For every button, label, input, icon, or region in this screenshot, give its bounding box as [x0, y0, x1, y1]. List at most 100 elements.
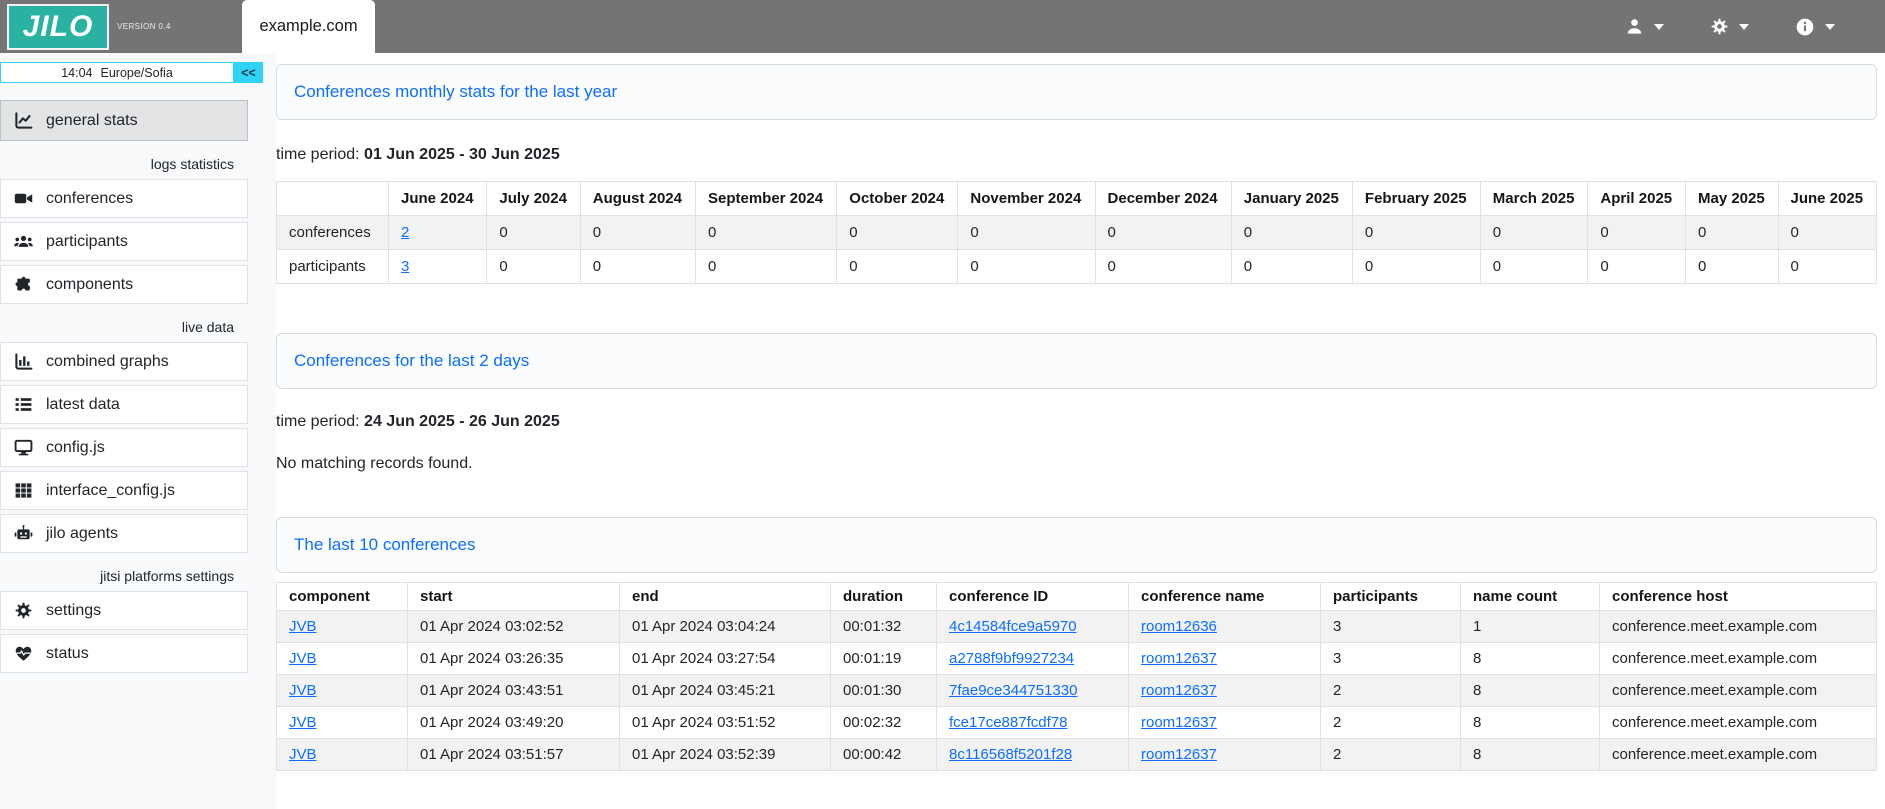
card-header-last-2-days[interactable]: Conferences for the last 2 days: [276, 333, 1877, 389]
list-icon: [14, 395, 33, 414]
puzzle-piece-icon: [14, 275, 33, 294]
topbar-actions: [1625, 17, 1885, 37]
sidebar-item-label: config.js: [46, 439, 105, 457]
cell-start: 01 Apr 2024 03:51:57: [408, 739, 620, 771]
column-header: end: [620, 583, 831, 611]
sidebar-item-interface-config-js[interactable]: interface_config.js: [0, 471, 248, 510]
conference-name-link[interactable]: room12637: [1141, 714, 1217, 731]
cell-start: 01 Apr 2024 03:43:51: [408, 675, 620, 707]
table-header-row: June 2024 July 2024 August 2024 Septembe…: [277, 182, 1877, 216]
card-title: Conferences monthly stats for the last y…: [294, 82, 617, 102]
participants-count-link[interactable]: 3: [401, 258, 409, 275]
chevron-down-icon: [1739, 24, 1749, 30]
cell-start: 01 Apr 2024 03:26:35: [408, 643, 620, 675]
sidebar-item-status[interactable]: status: [0, 634, 248, 673]
component-link[interactable]: JVB: [289, 682, 317, 699]
sidebar-collapse-button[interactable]: <<: [234, 62, 263, 83]
settings-menu-button[interactable]: [1710, 17, 1749, 36]
sidebar-item-conferences[interactable]: conferences: [0, 179, 248, 218]
time-period-monthly: time period: 01 Jun 2025 - 30 Jun 2025: [276, 146, 1877, 164]
info-icon: [1795, 17, 1815, 37]
corner-cell: [277, 182, 389, 216]
column-header: conference name: [1129, 583, 1321, 611]
table-row: JVB 01 Apr 2024 03:26:35 01 Apr 2024 03:…: [277, 643, 1877, 675]
bar-chart-icon: [14, 352, 33, 371]
sidebar-item-label: status: [46, 645, 89, 663]
tab-example-com[interactable]: example.com: [242, 0, 375, 53]
sidebar-item-settings[interactable]: settings: [0, 591, 248, 630]
time-period-value: 24 Jun 2025 - 26 Jun 2025: [364, 413, 560, 430]
column-header: name count: [1461, 583, 1600, 611]
cell: 0: [958, 216, 1095, 250]
column-header: November 2024: [958, 182, 1095, 216]
column-header: participants: [1321, 583, 1461, 611]
sidebar-item-label: latest data: [46, 396, 120, 414]
cell-name-count: 1: [1461, 611, 1600, 643]
cell: 0: [1588, 216, 1686, 250]
conference-name-link[interactable]: room12637: [1141, 682, 1217, 699]
sidebar-item-general-stats[interactable]: general stats: [0, 100, 248, 141]
sidebar-item-label: components: [46, 276, 133, 294]
video-camera-icon: [14, 189, 33, 208]
grid-cells-icon: [14, 481, 33, 500]
section-label-logs-statistics: logs statistics: [0, 153, 248, 175]
conference-id-link[interactable]: 7fae9ce344751330: [949, 682, 1077, 699]
conference-name-link[interactable]: room12637: [1141, 746, 1217, 763]
gear-icon: [1710, 17, 1729, 36]
cell: 0: [1588, 250, 1686, 284]
conference-id-link[interactable]: a2788f9bf9927234: [949, 650, 1074, 667]
main-content: Conferences monthly stats for the last y…: [276, 53, 1885, 809]
component-link[interactable]: JVB: [289, 714, 317, 731]
column-header: April 2025: [1588, 182, 1686, 216]
card-title: The last 10 conferences: [294, 535, 475, 555]
sidebar-item-config-js[interactable]: config.js: [0, 428, 248, 467]
cell: 0: [958, 250, 1095, 284]
sidebar-item-label: participants: [46, 233, 128, 251]
user-menu-button[interactable]: [1625, 17, 1664, 36]
conference-id-link[interactable]: 4c14584fce9a5970: [949, 618, 1077, 635]
column-header: December 2024: [1095, 182, 1231, 216]
cell-duration: 00:02:32: [831, 707, 937, 739]
monitor-icon: [14, 438, 33, 457]
cell-start: 01 Apr 2024 03:49:20: [408, 707, 620, 739]
sidebar-item-participants[interactable]: participants: [0, 222, 248, 261]
conferences-count-link[interactable]: 2: [401, 224, 409, 241]
row-label: conferences: [277, 216, 389, 250]
sidebar-item-latest-data[interactable]: latest data: [0, 385, 248, 424]
card-title: Conferences for the last 2 days: [294, 351, 529, 371]
cell-start: 01 Apr 2024 03:02:52: [408, 611, 620, 643]
cell: 0: [580, 216, 695, 250]
time-row: 14:04 Europe/Sofia <<: [0, 62, 276, 83]
sidebar-item-combined-graphs[interactable]: combined graphs: [0, 342, 248, 381]
cell-host: conference.meet.example.com: [1600, 707, 1877, 739]
card-header-last-10-conferences[interactable]: The last 10 conferences: [276, 517, 1877, 573]
cell-end: 01 Apr 2024 03:52:39: [620, 739, 831, 771]
column-header: October 2024: [837, 182, 958, 216]
sidebar-item-jilo-agents[interactable]: jilo agents: [0, 514, 248, 553]
info-menu-button[interactable]: [1795, 17, 1835, 37]
component-link[interactable]: JVB: [289, 650, 317, 667]
conference-name-link[interactable]: room12636: [1141, 618, 1217, 635]
section-label-live-data: live data: [0, 316, 248, 338]
column-header: conference ID: [937, 583, 1129, 611]
component-link[interactable]: JVB: [289, 746, 317, 763]
cell-participants: 3: [1321, 643, 1461, 675]
sidebar-item-components[interactable]: components: [0, 265, 248, 304]
cell: 0: [1231, 216, 1352, 250]
sidebar-item-label: jilo agents: [46, 525, 118, 543]
conference-id-link[interactable]: fce17ce887fcdf78: [949, 714, 1067, 731]
cell: 0: [1480, 250, 1588, 284]
sidebar-item-label: combined graphs: [46, 353, 169, 371]
conference-name-link[interactable]: room12637: [1141, 650, 1217, 667]
cell-participants: 3: [1321, 611, 1461, 643]
chart-line-icon: [14, 111, 33, 130]
cell-duration: 00:01:32: [831, 611, 937, 643]
cell-duration: 00:01:30: [831, 675, 937, 707]
conference-id-link[interactable]: 8c116568f5201f28: [949, 746, 1072, 763]
table-row: JVB 01 Apr 2024 03:49:20 01 Apr 2024 03:…: [277, 707, 1877, 739]
clock-time: 14:04: [61, 66, 92, 80]
component-link[interactable]: JVB: [289, 618, 317, 635]
cell-host: conference.meet.example.com: [1600, 675, 1877, 707]
card-header-monthly-stats[interactable]: Conferences monthly stats for the last y…: [276, 64, 1877, 120]
table-row-participants: participants 3 0 0 0 0 0 0 0 0 0 0 0 0: [277, 250, 1877, 284]
